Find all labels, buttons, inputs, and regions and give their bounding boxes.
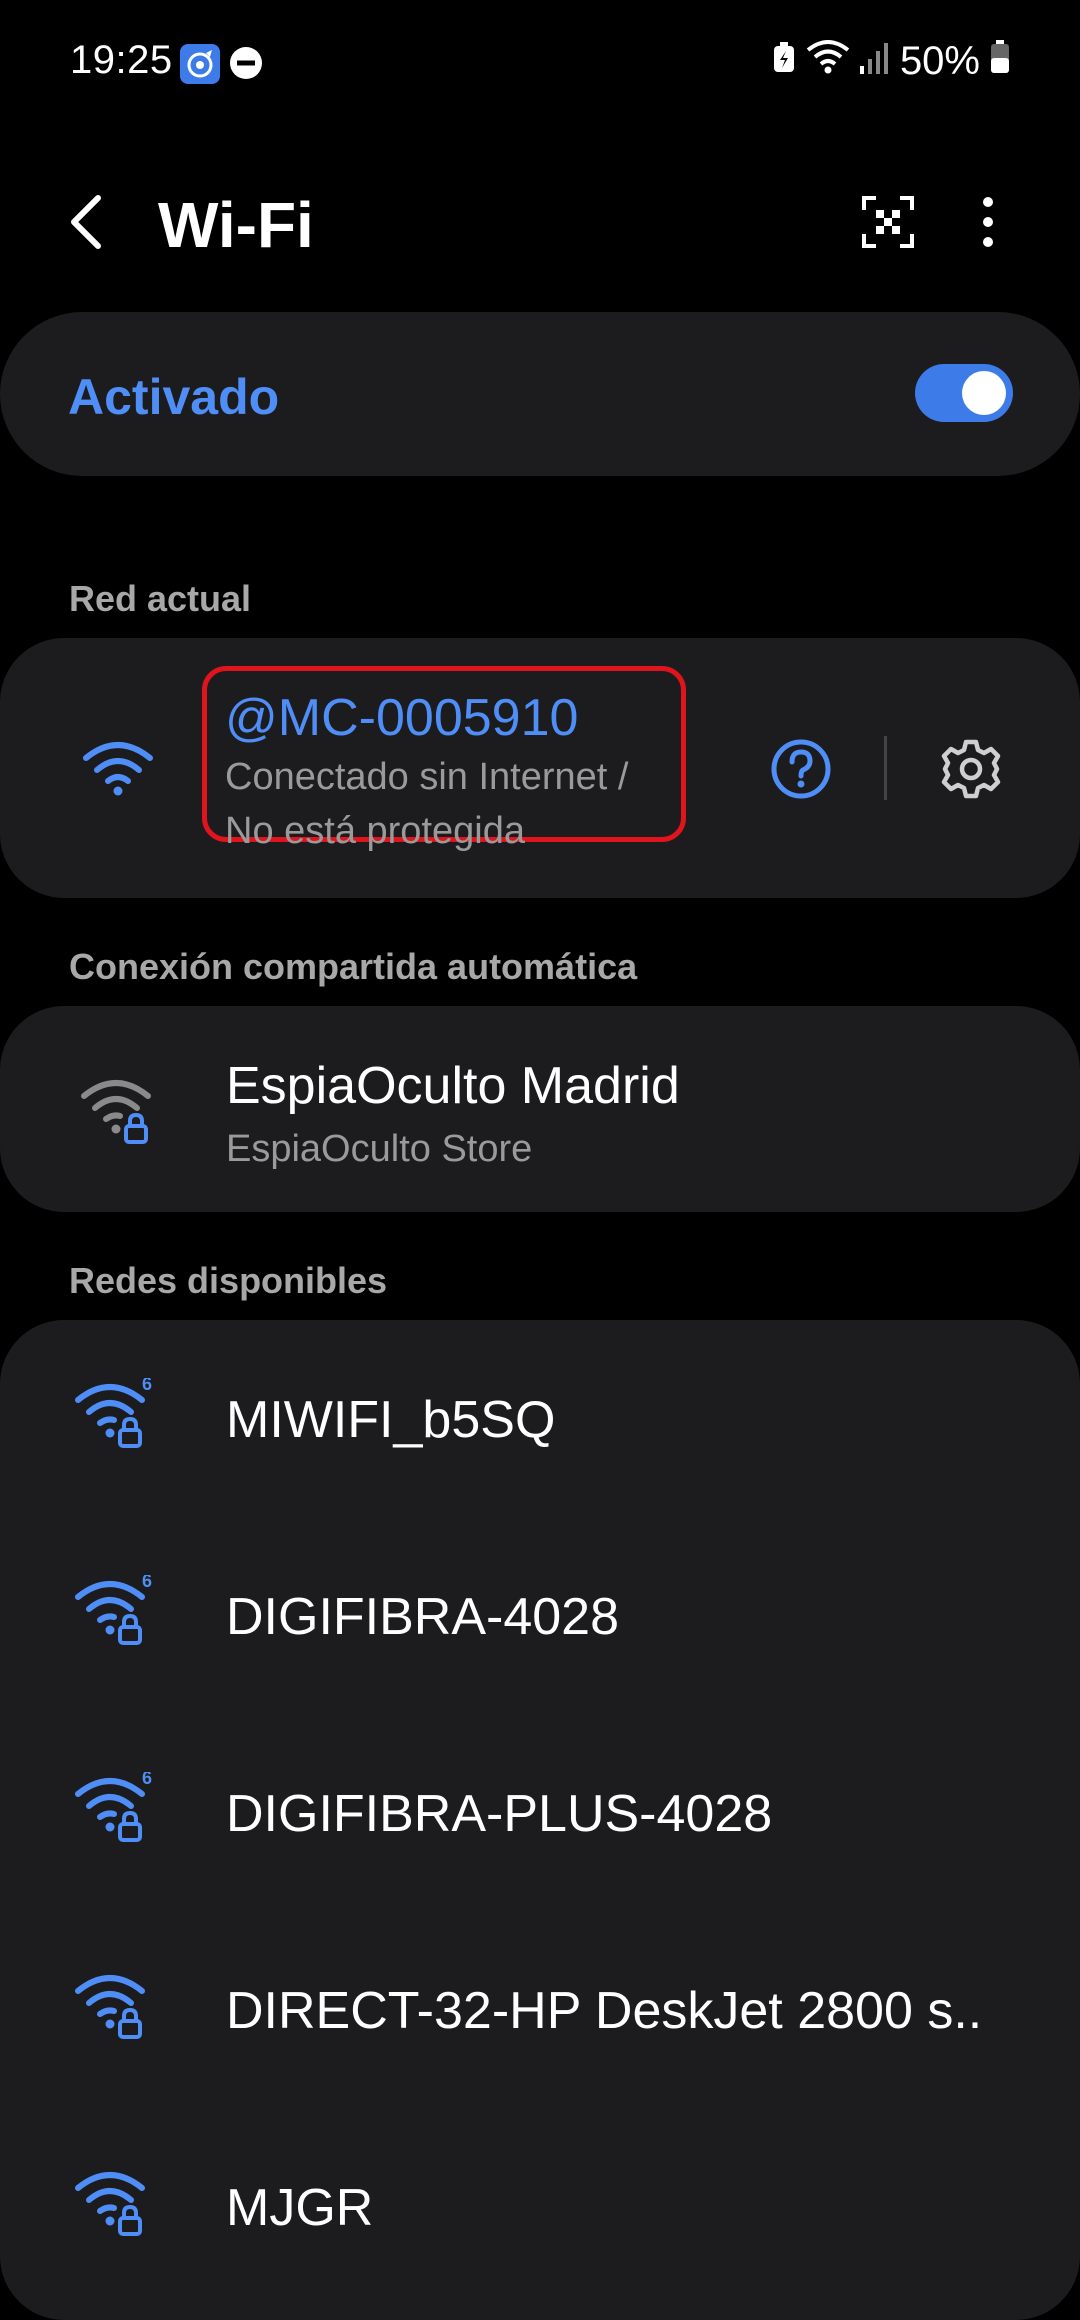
network-name: MJGR bbox=[226, 2179, 374, 2237]
network-name: MIWIFI_b5SQ bbox=[226, 1391, 556, 1449]
section-auto-hotspot: Conexión compartida automática bbox=[69, 946, 638, 987]
wifi-locked-icon: 6 bbox=[74, 1571, 160, 1652]
battery-percent: 50% bbox=[899, 38, 980, 83]
network-name: DIGIFIBRA-4028 bbox=[226, 1588, 620, 1646]
wifi-toggle-card[interactable]: Activado bbox=[0, 312, 1080, 476]
question-icon bbox=[771, 739, 831, 799]
back-button[interactable] bbox=[60, 190, 110, 259]
network-name: DIRECT-32-HP DeskJet 2800 s.. bbox=[226, 1982, 983, 2040]
wifi-connected-icon bbox=[82, 740, 154, 801]
network-row[interactable]: 6 DIGIFIBRA-PLUS-4028 bbox=[0, 1714, 1080, 1910]
wifi6-badge: 6 bbox=[142, 1772, 152, 1788]
wifi6-badge: 6 bbox=[142, 1378, 152, 1394]
app-notification-icon bbox=[180, 44, 220, 89]
signal-icon bbox=[859, 39, 890, 84]
toggle-knob bbox=[962, 371, 1006, 415]
battery-saver-icon bbox=[772, 39, 796, 84]
available-networks-card: 6 MIWIFI_b5SQ 6 DIGIFIBRA-4028 6 DIGIFIB… bbox=[0, 1320, 1080, 2320]
network-row[interactable]: MJGR bbox=[0, 2108, 1080, 2304]
wifi-locked-gray-icon bbox=[80, 1078, 160, 1153]
more-vert-icon bbox=[983, 197, 993, 247]
gear-icon bbox=[941, 739, 1001, 799]
qr-code-button[interactable] bbox=[860, 194, 916, 255]
network-row[interactable]: 6 MIWIFI_b5SQ bbox=[0, 1320, 1080, 1516]
back-arrow-icon bbox=[71, 195, 101, 249]
auto-hotspot-card[interactable]: EspiaOculto Madrid EspiaOculto Store bbox=[0, 1006, 1080, 1212]
battery-icon bbox=[990, 39, 1010, 84]
wifi-toggle-label: Activado bbox=[68, 369, 280, 425]
divider bbox=[884, 736, 887, 800]
network-row[interactable]: DIRECT-32-HP DeskJet 2800 s.. bbox=[0, 1911, 1080, 2107]
section-available-networks: Redes disponibles bbox=[69, 1260, 388, 1301]
hotspot-name: EspiaOculto Madrid bbox=[226, 1057, 680, 1115]
more-options-button[interactable] bbox=[978, 196, 998, 253]
network-name: DIGIFIBRA-PLUS-4028 bbox=[226, 1785, 773, 1843]
current-network-status-line2: No está protegida bbox=[225, 810, 525, 852]
qr-code-icon bbox=[862, 196, 914, 248]
help-button[interactable] bbox=[770, 738, 832, 805]
current-network-card[interactable]: @MC-0005910 Conectado sin Internet / No … bbox=[0, 638, 1080, 898]
wifi-status-icon bbox=[806, 38, 850, 84]
wifi-locked-icon: 6 bbox=[74, 1374, 160, 1455]
network-row[interactable]: 6 DIGIFIBRA-4028 bbox=[0, 1517, 1080, 1713]
wifi-locked-icon bbox=[74, 2166, 160, 2243]
wifi-toggle-switch[interactable] bbox=[915, 364, 1013, 422]
current-network-status-line1: Conectado sin Internet / bbox=[225, 756, 629, 798]
wifi-locked-icon: 6 bbox=[74, 1768, 160, 1849]
wifi6-badge: 6 bbox=[142, 1575, 152, 1591]
hotspot-subtitle: EspiaOculto Store bbox=[226, 1128, 533, 1170]
page-title: Wi-Fi bbox=[158, 189, 314, 261]
status-time: 19:25 bbox=[70, 38, 173, 82]
status-right: 50% bbox=[772, 38, 1010, 84]
network-settings-button[interactable] bbox=[940, 738, 1002, 805]
section-current-network: Red actual bbox=[69, 578, 252, 619]
current-network-name: @MC-0005910 bbox=[225, 689, 579, 747]
dnd-icon bbox=[229, 46, 263, 85]
wifi-locked-icon bbox=[74, 1969, 160, 2046]
